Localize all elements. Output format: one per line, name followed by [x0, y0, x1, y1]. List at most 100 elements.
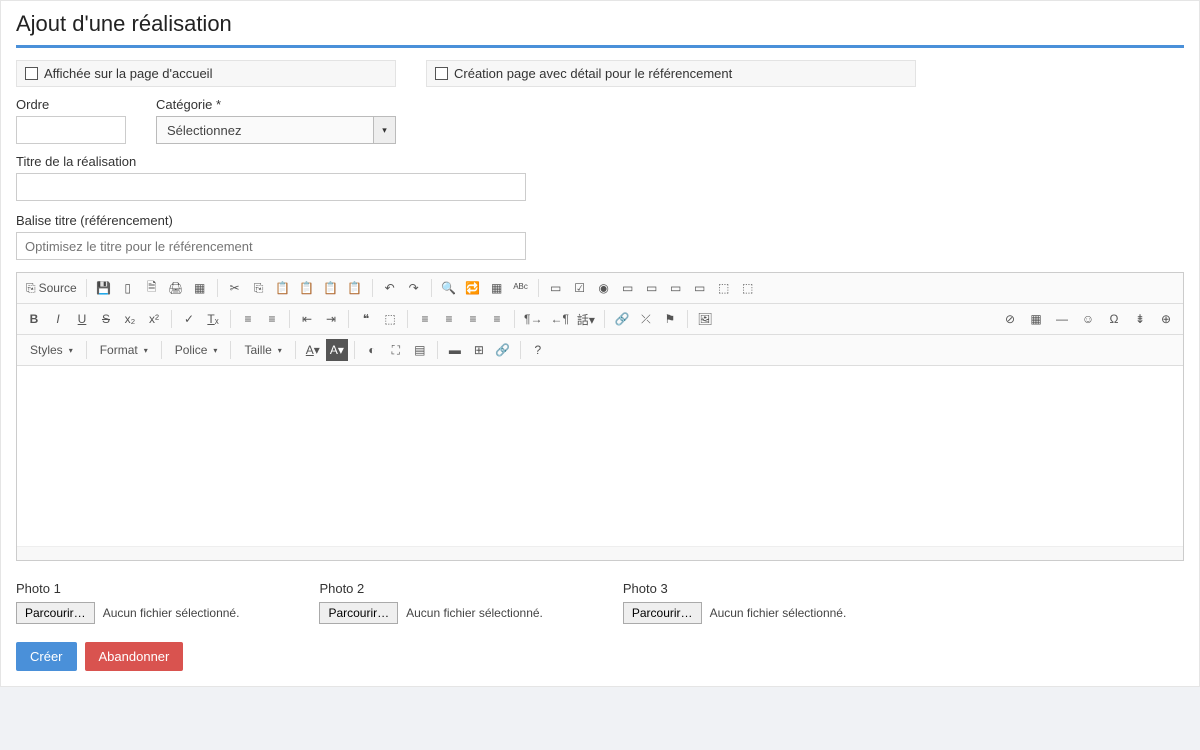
iframe-icon[interactable]: ⊕	[1155, 308, 1177, 330]
photo1-browse-button[interactable]: Parcourir…	[16, 602, 95, 624]
remove-format-icon[interactable]: Tₓ	[202, 308, 224, 330]
rich-text-editor: ⎘ Source 💾 ▯ 🗎 🖨 ▦ ✂ ⎘ 📋 📋 📋 📋 ↶ ↷ 🔍 🔁 ▦…	[16, 272, 1184, 561]
radio-field-icon[interactable]: ◉	[593, 277, 615, 299]
italic-icon[interactable]: I	[47, 308, 69, 330]
unlink-icon[interactable]: ⤫	[635, 308, 657, 330]
indent-icon[interactable]: ⇥	[320, 308, 342, 330]
spellcheck-icon[interactable]: ᴬᴮᶜ	[510, 277, 532, 299]
textarea-icon[interactable]: ▭	[641, 277, 663, 299]
editor-toolbar-row3: Styles▾ Format▾ Police▾ Taille▾ A▾ A▾ ◐ …	[17, 335, 1183, 366]
show-blocks2-icon[interactable]: ⊞	[468, 339, 490, 361]
checkbox-homepage[interactable]: Affichée sur la page d'accueil	[16, 60, 396, 87]
maximize-icon[interactable]: ⛶	[385, 339, 407, 361]
pagebreak-icon[interactable]: ⇟	[1129, 308, 1151, 330]
cut-icon[interactable]: ✂	[224, 277, 246, 299]
ltr-icon[interactable]: ¶→	[521, 308, 545, 330]
link-icon[interactable]: 🔗	[611, 308, 633, 330]
templates-icon[interactable]: ▦	[189, 277, 211, 299]
photo3-browse-button[interactable]: Parcourir…	[623, 602, 702, 624]
superscript-icon[interactable]: x²	[143, 308, 165, 330]
underline-icon[interactable]: U	[71, 308, 93, 330]
subscript-icon[interactable]: x₂	[119, 308, 141, 330]
photo2-label: Photo 2	[319, 581, 542, 596]
find-icon[interactable]: 🔍	[438, 277, 460, 299]
format-dropdown[interactable]: Format▾	[93, 340, 155, 360]
create-button[interactable]: Créer	[16, 642, 77, 671]
photo1-label: Photo 1	[16, 581, 239, 596]
seo-title-input[interactable]	[16, 232, 526, 260]
cancel-button[interactable]: Abandonner	[85, 642, 184, 671]
hr-icon[interactable]: —	[1051, 308, 1073, 330]
align-center-icon[interactable]: ≡	[438, 308, 460, 330]
hidden-field-icon[interactable]: ⬚	[737, 277, 759, 299]
title-label: Titre de la réalisation	[16, 154, 526, 169]
select-field-icon[interactable]: ▭	[665, 277, 687, 299]
print-icon[interactable]: 🖨	[165, 277, 187, 299]
photo2-status: Aucun fichier sélectionné.	[406, 606, 543, 620]
language-icon[interactable]: 話▾	[574, 308, 598, 330]
seo-title-label: Balise titre (référencement)	[16, 213, 526, 228]
div-icon[interactable]: ⬚	[379, 308, 401, 330]
copy-format-icon[interactable]: ✓	[178, 308, 200, 330]
divider	[16, 45, 1184, 48]
editor-toolbar-row1: ⎘ Source 💾 ▯ 🗎 🖨 ▦ ✂ ⎘ 📋 📋 📋 📋 ↶ ↷ 🔍 🔁 ▦…	[17, 273, 1183, 304]
special-char-icon[interactable]: Ω	[1103, 308, 1125, 330]
replace-icon[interactable]: 🔁	[462, 277, 484, 299]
bg-color-icon[interactable]: A▾	[326, 339, 348, 361]
title-input[interactable]	[16, 173, 526, 201]
editor-toolbar-row2: B I U S x₂ x² ✓ Tₓ ≡ ≡ ⇤ ⇥ ❝ ⬚ ≡ ≡ ≡ ≡ ¶…	[17, 304, 1183, 335]
checkbox-homepage-label: Affichée sur la page d'accueil	[44, 66, 212, 81]
photo2-browse-button[interactable]: Parcourir…	[319, 602, 398, 624]
flash-icon[interactable]: ◐	[361, 339, 383, 361]
image-icon[interactable]: 🖼	[694, 308, 716, 330]
smiley-icon[interactable]: ☺	[1077, 308, 1099, 330]
anchor-icon[interactable]: ⚑	[659, 308, 681, 330]
category-label: Catégorie *	[156, 97, 396, 112]
maximize2-icon[interactable]: ▬	[444, 339, 466, 361]
text-field-icon[interactable]: ▭	[617, 277, 639, 299]
styles-dropdown[interactable]: Styles▾	[23, 340, 80, 360]
paste-text-icon[interactable]: 📋	[296, 277, 318, 299]
checkbox-icon	[25, 67, 38, 80]
editor-statusbar	[17, 546, 1183, 560]
undo-icon[interactable]: ↶	[379, 277, 401, 299]
preview-icon[interactable]: 🗎	[141, 277, 163, 299]
paste-icon[interactable]: 📋	[272, 277, 294, 299]
align-right-icon[interactable]: ≡	[462, 308, 484, 330]
copy-icon[interactable]: ⎘	[248, 277, 270, 299]
form-icon[interactable]: ▭	[545, 277, 567, 299]
table-icon[interactable]: ▦	[1025, 308, 1047, 330]
photo3-status: Aucun fichier sélectionné.	[710, 606, 847, 620]
blockquote-icon[interactable]: ❝	[355, 308, 377, 330]
text-color-icon[interactable]: A▾	[302, 339, 324, 361]
font-dropdown[interactable]: Police▾	[168, 340, 225, 360]
justify-icon[interactable]: ≡	[486, 308, 508, 330]
bullet-list-icon[interactable]: ≡	[261, 308, 283, 330]
redo-icon[interactable]: ↷	[403, 277, 425, 299]
chevron-down-icon: ▾	[373, 117, 395, 143]
about-icon[interactable]: ⊘	[999, 308, 1021, 330]
order-input[interactable]	[16, 116, 126, 144]
new-page-icon[interactable]: ▯	[117, 277, 139, 299]
checkbox-seo-page[interactable]: Création page avec détail pour le référe…	[426, 60, 916, 87]
link2-icon[interactable]: 🔗	[492, 339, 514, 361]
select-all-icon[interactable]: ▦	[486, 277, 508, 299]
numbered-list-icon[interactable]: ≡	[237, 308, 259, 330]
rtl-icon[interactable]: ←¶	[547, 308, 571, 330]
help-icon[interactable]: ?	[527, 339, 549, 361]
paste-word-icon[interactable]: 📋	[320, 277, 342, 299]
source-button[interactable]: ⎘ Source	[23, 277, 80, 299]
editor-content[interactable]	[17, 366, 1183, 546]
show-blocks-icon[interactable]: ▤	[409, 339, 431, 361]
align-left-icon[interactable]: ≡	[414, 308, 436, 330]
checkbox-field-icon[interactable]: ☑	[569, 277, 591, 299]
strike-icon[interactable]: S	[95, 308, 117, 330]
button-field-icon[interactable]: ▭	[689, 277, 711, 299]
paste-word-icon[interactable]: 📋	[344, 277, 366, 299]
category-select[interactable]: Sélectionnez ▾	[156, 116, 396, 144]
image-button-icon[interactable]: ⬚	[713, 277, 735, 299]
outdent-icon[interactable]: ⇤	[296, 308, 318, 330]
size-dropdown[interactable]: Taille▾	[237, 340, 288, 360]
bold-icon[interactable]: B	[23, 308, 45, 330]
save-icon[interactable]: 💾	[93, 277, 115, 299]
